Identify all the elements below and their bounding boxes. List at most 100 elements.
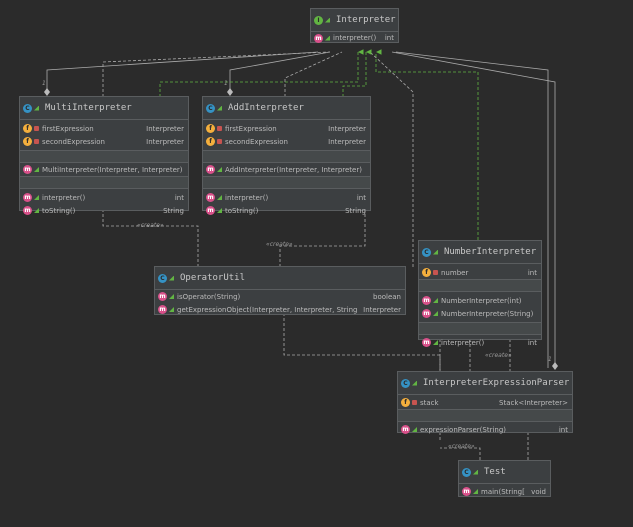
private-icon	[34, 126, 39, 131]
methods-section: m interpreter() int m toString() String	[203, 189, 370, 219]
field-type: Interpreter	[328, 124, 366, 133]
method-name: interpreter()	[42, 193, 86, 202]
assoc-add-interpreter	[229, 51, 331, 90]
public-icon	[412, 380, 417, 386]
class-name: Interpreter	[336, 15, 396, 25]
class-interpreter-expression-parser[interactable]: C InterpreterExpressionParser f stack St…	[397, 371, 573, 436]
create-label: «create»	[485, 352, 512, 359]
multiplicity-one: 1	[42, 80, 46, 87]
private-icon	[217, 126, 222, 131]
class-name: AddInterpreter	[228, 103, 304, 113]
method-name: interpreter()	[333, 34, 377, 42]
field-row: f secondExpression Interpreter	[20, 135, 188, 148]
constructors-section: m NumberInterpreter(int) m NumberInterpr…	[419, 292, 541, 322]
class-header: I Interpreter	[311, 9, 398, 32]
field-icon: f	[23, 137, 32, 146]
impl-add	[342, 49, 372, 97]
public-icon	[433, 249, 438, 255]
multiplicity-one: 1	[224, 80, 228, 87]
class-header: C AddInterpreter	[203, 97, 370, 120]
class-operator-util[interactable]: C OperatorUtil m isOperator(String) bool…	[154, 266, 406, 315]
public-icon	[473, 469, 478, 475]
class-icon: C	[422, 247, 431, 257]
method-name: toString()	[42, 206, 76, 215]
diamond-parser	[552, 362, 558, 370]
field-row: f firstExpression Interpreter	[203, 122, 370, 135]
public-icon	[34, 105, 39, 111]
field-type: Stack<Interpreter>	[499, 398, 568, 407]
method-icon: m	[462, 487, 471, 496]
method-icon: m	[401, 425, 410, 434]
impl-number	[375, 49, 479, 240]
method-row: m interpreter() int	[311, 32, 398, 44]
method-name: interpreter()	[225, 193, 269, 202]
field-row: f number int	[419, 266, 541, 279]
class-name: Test	[484, 467, 506, 477]
method-type: int	[527, 338, 537, 347]
public-icon	[169, 275, 174, 281]
method-icon: m	[158, 305, 167, 314]
public-icon	[34, 167, 39, 172]
class-name: InterpreterExpressionParser	[423, 378, 570, 388]
public-icon	[217, 167, 222, 172]
section-divider	[20, 176, 188, 189]
constructor-name: NumberInterpreter(String)	[441, 309, 534, 318]
method-icon: m	[206, 193, 215, 202]
method-name: interpreter()	[441, 338, 485, 347]
method-icon: m	[23, 165, 32, 174]
public-icon	[217, 208, 222, 213]
dep-operator-interpreter	[369, 51, 414, 267]
class-test[interactable]: C Test m main(String[]) void	[458, 460, 551, 497]
fields-section: f firstExpression Interpreter f secondEx…	[20, 120, 188, 150]
method-icon: m	[23, 193, 32, 202]
class-number-interpreter[interactable]: C NumberInterpreter f number int m Numbe…	[418, 240, 542, 347]
method-name: toString()	[225, 206, 259, 215]
method-type: boolean	[373, 292, 401, 301]
public-icon	[325, 17, 330, 23]
field-name: secondExpression	[225, 137, 288, 146]
public-icon	[34, 195, 39, 200]
field-name: secondExpression	[42, 137, 105, 146]
dep-parser-operator	[283, 313, 441, 372]
class-name: MultiInterpreter	[45, 103, 132, 113]
field-icon: f	[206, 137, 215, 146]
method-row: m toString() String	[203, 204, 370, 217]
create-label: «create»	[266, 241, 293, 248]
field-row: f firstExpression Interpreter	[20, 122, 188, 135]
method-icon: m	[422, 309, 431, 318]
private-icon	[217, 139, 222, 144]
public-icon	[433, 298, 438, 303]
field-name: firstExpression	[42, 124, 94, 133]
section-divider	[419, 279, 541, 292]
class-icon: C	[23, 103, 32, 113]
field-name: firstExpression	[225, 124, 277, 133]
class-interpreter[interactable]: I Interpreter m interpreter() int	[310, 8, 399, 43]
method-type: String	[345, 206, 366, 215]
diamond-add	[227, 88, 233, 96]
method-type: int	[384, 34, 394, 42]
field-icon: f	[401, 398, 410, 407]
field-name: stack	[420, 398, 439, 407]
section-divider	[398, 409, 572, 422]
method-name: expressionParser(String)	[420, 425, 507, 434]
public-icon	[433, 340, 438, 345]
class-header: C OperatorUtil	[155, 267, 405, 290]
field-type: Interpreter	[146, 137, 184, 146]
class-multi-interpreter[interactable]: C MultiInterpreter f firstExpression Int…	[19, 96, 189, 215]
class-add-interpreter[interactable]: C AddInterpreter f firstExpression Inter…	[202, 96, 371, 215]
interface-icon: I	[314, 15, 323, 25]
method-type: int	[558, 425, 568, 434]
private-icon	[412, 400, 417, 405]
field-type: Interpreter	[328, 137, 366, 146]
section-divider	[419, 322, 541, 335]
method-icon: m	[158, 292, 167, 301]
field-row: f stack Stack<Interpreter>	[398, 396, 572, 409]
method-row: m expressionParser(String) int	[398, 423, 572, 436]
diamond-multi	[44, 88, 50, 96]
create-label: «create»	[137, 222, 164, 229]
impl-multi	[159, 49, 364, 97]
method-row: m interpreter() int	[203, 191, 370, 204]
constructor-row: m NumberInterpreter(String)	[419, 307, 541, 320]
class-name: OperatorUtil	[180, 273, 246, 283]
method-icon: m	[206, 165, 215, 174]
